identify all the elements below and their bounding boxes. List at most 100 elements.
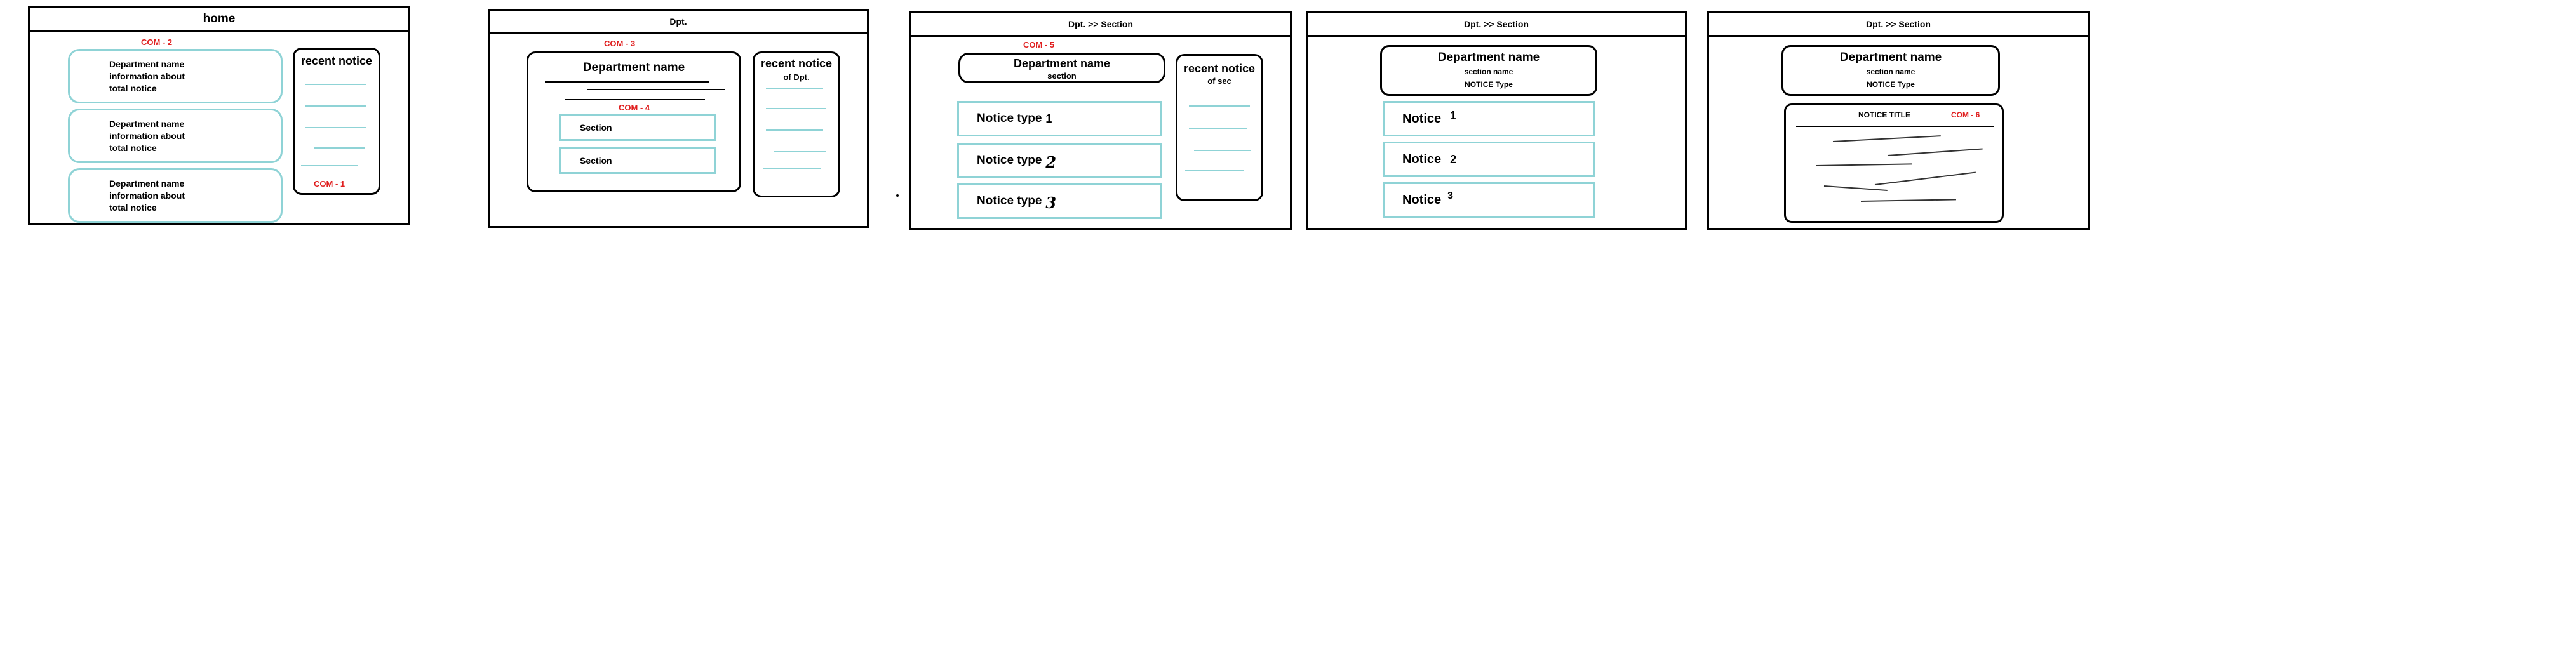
notice-body-line (1874, 171, 1976, 185)
notice-type-number: 2 (1045, 152, 1057, 171)
department-name: Department name (1013, 57, 1111, 70)
com-label: COM - 4 (619, 103, 650, 112)
notice-body-line (1887, 148, 1983, 156)
recent-notice-item[interactable] (305, 84, 366, 85)
notice-body-line (1823, 185, 1888, 191)
department-name: Department name (109, 178, 185, 189)
department-card[interactable]: Department name information about total … (68, 109, 283, 163)
com-label: COM - 5 (1023, 40, 1055, 50)
notice-number: 3 (1447, 190, 1454, 201)
department-total-notice: total notice (109, 83, 157, 93)
notice-type-item[interactable]: Notice type 3 (957, 183, 1162, 219)
notice-type-frame: Dpt. >> Section Department name section … (1306, 11, 1687, 230)
section-label: Section (580, 123, 612, 133)
com-label: COM - 1 (314, 179, 345, 189)
recent-notice-item[interactable] (305, 105, 366, 107)
recent-notice-subtitle: of Dpt. (783, 72, 810, 82)
breadcrumb: Dpt. >> Section (1068, 19, 1133, 29)
com-label: COM - 2 (141, 37, 173, 47)
notice-item[interactable]: Notice 1 (1383, 101, 1595, 136)
breadcrumb-bar: Dpt. (490, 11, 867, 34)
com-label: COM - 3 (604, 39, 636, 48)
notice-type-name: NOTICE Type (1867, 80, 1915, 89)
notice-type-name: NOTICE Type (1465, 80, 1513, 89)
department-frame: Dpt. COM - 3 Department name COM - 4 Sec… (488, 9, 869, 228)
notice-number: 2 (1450, 152, 1457, 166)
breadcrumb: Dpt. >> Section (1464, 19, 1529, 29)
recent-notice-item[interactable] (1185, 170, 1244, 171)
breadcrumb: Dpt. >> Section (1866, 19, 1931, 29)
breadcrumb-bar: Dpt. >> Section (911, 13, 1290, 37)
recent-notice-panel: recent notice of sec (1176, 54, 1263, 201)
notice-type-label: Notice type (977, 154, 1042, 167)
com-label: COM - 6 (1951, 110, 1980, 119)
department-name: Department name (109, 119, 185, 129)
section-header: Department name section name NOTICE Type (1781, 45, 2000, 96)
breadcrumb: Dpt. (669, 17, 687, 27)
section-item[interactable]: Section (559, 114, 716, 141)
recent-notice-item[interactable] (305, 127, 366, 128)
recent-notice-title: recent notice (300, 55, 373, 67)
page-title: home (203, 12, 236, 25)
department-info: information about (109, 190, 185, 201)
notice-title-underline (1796, 126, 1994, 127)
section-header: Department name section (958, 53, 1165, 83)
notice-item[interactable]: Notice 2 (1383, 142, 1595, 177)
notice-detail-frame: Dpt. >> Section Department name section … (1707, 11, 2090, 230)
notice-type-number: 1 (1045, 112, 1052, 125)
department-panel: Department name COM - 4 Section Section (527, 51, 741, 192)
divider (545, 81, 709, 83)
section-item[interactable]: Section (559, 147, 716, 174)
department-total-notice: total notice (109, 202, 157, 213)
home-title-bar: home (30, 8, 408, 32)
department-info: information about (109, 71, 185, 81)
recent-notice-item[interactable] (301, 165, 358, 166)
notice-number: 1 (1450, 109, 1457, 122)
department-name: Department name (1437, 51, 1540, 64)
notice-body-line (1860, 199, 1956, 202)
notice-detail-panel: NOTICE TITLE COM - 6 (1784, 103, 2004, 223)
notice-body-line (1816, 163, 1912, 166)
section-header: Department name section name NOTICE Type (1380, 45, 1597, 96)
notice-label: Notice (1402, 192, 1442, 207)
department-card[interactable]: Department name information about total … (68, 49, 283, 103)
section-name: section (1047, 71, 1077, 81)
recent-notice-subtitle: of sec (1207, 76, 1231, 86)
recent-notice-item[interactable] (774, 151, 826, 152)
recent-notice-item[interactable] (1189, 105, 1250, 107)
section-name: section name (1464, 67, 1513, 76)
department-card-text: Department name information about total … (109, 178, 185, 214)
notice-type-number: 3 (1045, 193, 1057, 212)
notice-type-item[interactable]: Notice type 1 (957, 101, 1162, 136)
home-frame: home COM - 2 Department name information… (28, 6, 410, 225)
notice-label: Notice (1402, 152, 1442, 166)
recent-notice-item[interactable] (766, 129, 823, 131)
section-frame: Dpt. >> Section COM - 5 Department name … (909, 11, 1292, 230)
section-label: Section (580, 156, 612, 166)
recent-notice-panel: recent notice COM - 1 (293, 48, 380, 195)
department-card-text: Department name information about total … (109, 58, 185, 95)
department-name: Department name (109, 59, 185, 69)
notice-type-label: Notice type (977, 194, 1042, 208)
recent-notice-item[interactable] (766, 108, 826, 109)
recent-notice-item[interactable] (1189, 128, 1247, 129)
department-info: information about (109, 131, 185, 141)
recent-notice-item[interactable] (766, 88, 823, 89)
divider (587, 89, 725, 90)
recent-notice-item[interactable] (1194, 150, 1251, 151)
department-card[interactable]: Department name information about total … (68, 168, 283, 223)
recent-notice-title: recent notice (1183, 62, 1256, 75)
department-total-notice: total notice (109, 143, 157, 153)
recent-notice-item[interactable] (314, 147, 365, 149)
notice-body-line (1832, 135, 1941, 142)
recent-notice-item[interactable] (763, 168, 821, 169)
notice-type-item[interactable]: Notice type 2 (957, 143, 1162, 178)
notice-item[interactable]: Notice 3 (1383, 182, 1595, 218)
recent-notice-title: recent notice (760, 57, 833, 70)
breadcrumb-bar: Dpt. >> Section (1709, 13, 2088, 37)
department-name: Department name (582, 61, 685, 74)
section-name: section name (1866, 67, 1915, 76)
breadcrumb-bar: Dpt. >> Section (1308, 13, 1685, 37)
stray-dot (896, 194, 899, 197)
department-name: Department name (1839, 51, 1942, 64)
